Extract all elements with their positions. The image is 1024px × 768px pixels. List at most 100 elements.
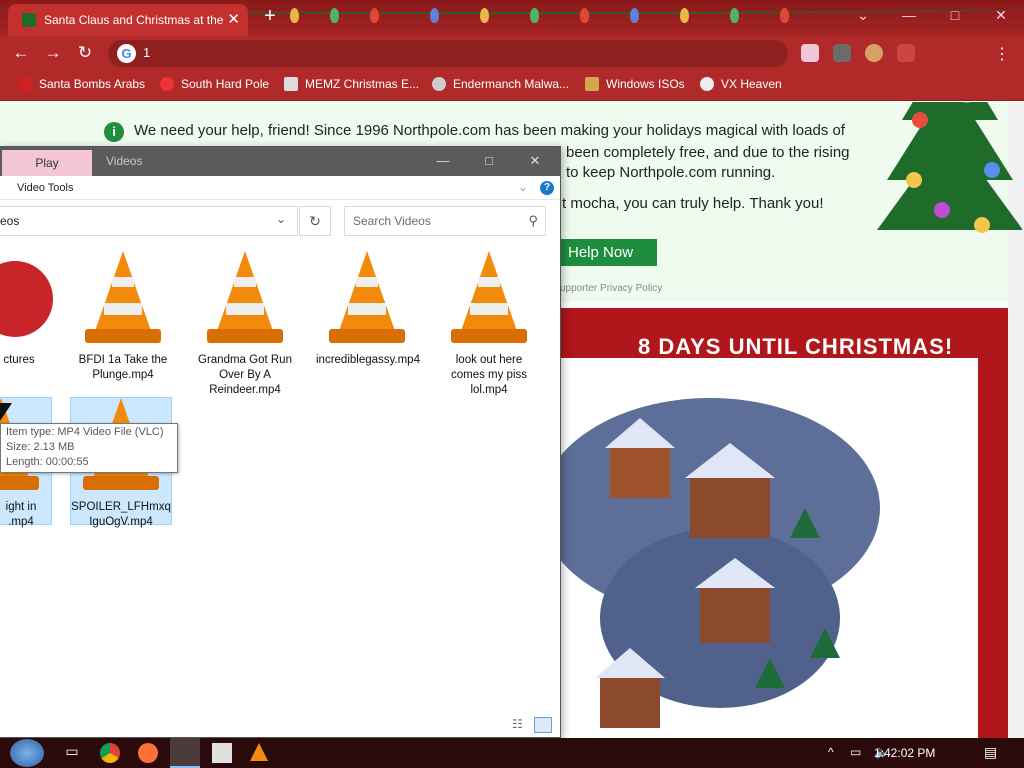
banner-text: We need your help, friend! Since 1996 No… [134, 122, 845, 139]
file-name: Grandma Got Run Over By A Reindeer.mp4 [198, 354, 292, 396]
vlc-cone-icon [205, 251, 285, 347]
google-icon: G [117, 44, 136, 63]
window-title: Videos [106, 154, 143, 168]
search-icon: ⚲ [528, 213, 538, 228]
file-name: look out here comes my piss lol.mp4 [450, 354, 528, 396]
address-text: eos [0, 214, 20, 228]
info-icon: i [104, 122, 124, 142]
back-icon[interactable]: ← [10, 42, 32, 64]
extension-s-icon[interactable] [833, 44, 851, 62]
file-name: BFDI 1a Take the Plunge.mp4 [78, 354, 168, 381]
refresh-button[interactable]: ↻ [299, 206, 331, 236]
bookmark-item[interactable]: Windows ISOs [585, 77, 685, 91]
ribbon-tab-video-tools[interactable]: Video Tools [17, 182, 73, 194]
explorer-taskbar-icon[interactable] [170, 738, 200, 768]
browser-tab[interactable]: Santa Claus and Christmas at the ✕ [8, 4, 248, 36]
help-icon[interactable]: ? [540, 181, 554, 195]
new-tab-button[interactable]: + [258, 5, 282, 28]
ribbon-tab-play[interactable]: Play [2, 150, 92, 176]
banner-text: to keep Northpole.com running. [566, 164, 776, 181]
reload-icon[interactable]: ↻ [74, 42, 96, 64]
firefox-taskbar-icon[interactable] [138, 743, 158, 763]
start-button[interactable] [10, 739, 44, 767]
file-item[interactable]: ctures [0, 251, 53, 368]
omnibox-text: 1 [143, 45, 151, 60]
minimize-button[interactable]: — [886, 0, 932, 30]
close-window-button[interactable]: ✕ [978, 0, 1024, 30]
bookmark-item[interactable]: VX Heaven [700, 77, 782, 91]
network-icon[interactable]: ▭ [850, 745, 861, 759]
tab-search-icon[interactable]: ⌄ [840, 0, 886, 30]
file-info-tooltip: Item type: MP4 Video File (VLC) Size: 2.… [0, 423, 178, 473]
search-input[interactable]: Search Videos ⚲ [344, 206, 546, 236]
profile-avatar[interactable] [865, 44, 883, 62]
christmas-countdown-panel: 8 DAYS UNTIL CHRISTMAS! [540, 308, 1008, 738]
explorer-titlebar: Play Videos — □ ✕ [0, 147, 560, 176]
vlc-cone-icon [83, 251, 163, 347]
app-taskbar-icon[interactable] [212, 743, 232, 763]
ribbon-bar: Video Tools ⌄ ? [0, 176, 560, 200]
privacy-policy-link[interactable]: upporter Privacy Policy [560, 283, 662, 294]
file-item[interactable]: Grandma Got Run Over By A Reindeer.mp4 [194, 251, 296, 398]
maximize-button[interactable]: □ [932, 0, 978, 30]
bulb-decoration [330, 8, 339, 23]
file-name: incrediblegassy.mp4 [316, 354, 420, 366]
forward-icon[interactable]: → [42, 42, 64, 64]
tab-title: Santa Claus and Christmas at the [44, 13, 224, 27]
file-item[interactable]: BFDI 1a Take the Plunge.mp4 [72, 251, 174, 383]
folder-thumbnail [0, 251, 53, 347]
view-toggle: ☷ [510, 717, 556, 735]
bookmark-item[interactable]: South Hard Pole [160, 77, 269, 91]
bulb-decoration [370, 8, 379, 23]
details-view-icon[interactable]: ☷ [512, 717, 530, 733]
bookmark-item[interactable]: MEMZ Christmas E... [284, 77, 419, 91]
bookmark-vx-icon [700, 77, 714, 91]
bulb-decoration [480, 8, 489, 23]
bookmark-item[interactable]: Endermanch Malwa... [432, 77, 569, 91]
banner-text: been completely free, and due to the ris… [566, 144, 850, 161]
extension-flag-icon[interactable] [801, 44, 819, 62]
menu-kebab-icon[interactable]: ⋮ [993, 44, 1011, 63]
address-bar[interactable]: eos ⌄ [0, 206, 298, 236]
bulb-decoration [430, 8, 439, 23]
address-dropdown-icon[interactable]: ⌄ [276, 212, 286, 226]
bulb-decoration [290, 8, 299, 23]
expand-ribbon-icon[interactable]: ⌄ [518, 180, 528, 194]
clock[interactable]: 1:42:02 PM [874, 746, 935, 760]
bookmarks-bar: Santa Bombs Arabs South Hard Pole MEMZ C… [0, 70, 1024, 101]
extensions-puzzle-icon[interactable] [897, 44, 915, 62]
file-item[interactable]: incrediblegassy.mp4 [316, 251, 420, 368]
vlc-cone-icon [449, 251, 529, 347]
explorer-minimize-button[interactable]: — [428, 151, 458, 171]
explorer-close-button[interactable]: ✕ [520, 151, 550, 171]
task-view-icon[interactable]: ▭ [62, 743, 82, 763]
mouse-cursor-icon [0, 403, 12, 421]
chrome-taskbar-icon[interactable] [100, 743, 120, 763]
file-name: ight in .mp4 [5, 501, 37, 528]
vlc-taskbar-icon[interactable] [250, 743, 268, 761]
notifications-icon[interactable]: ▤ [984, 744, 997, 761]
explorer-maximize-button[interactable]: □ [474, 151, 504, 171]
vlc-cone-icon [327, 251, 407, 347]
omnibox[interactable]: G 1 [108, 40, 788, 67]
tray-overflow-icon[interactable]: ^ [828, 745, 834, 759]
christmas-tree-decoration [877, 102, 1022, 233]
bookmark-memz-icon [284, 77, 298, 91]
search-placeholder: Search Videos [353, 214, 431, 228]
santa-thumbnail-icon [0, 261, 53, 337]
large-icons-view-icon[interactable] [534, 717, 552, 733]
bulb-decoration [780, 8, 789, 23]
bulb-decoration [530, 8, 539, 23]
bulb-decoration [630, 8, 639, 23]
bookmark-snowflake-icon [160, 77, 174, 91]
bookmark-item[interactable]: Santa Bombs Arabs [18, 77, 145, 91]
help-now-button[interactable]: Help Now [560, 239, 657, 266]
banner-text: t mocha, you can truly help. Thank you! [562, 195, 824, 212]
file-explorer-window: Play Videos — □ ✕ Video Tools ⌄ ? eos ⌄ … [0, 146, 561, 738]
bulb-decoration [730, 8, 739, 23]
file-name: ctures [3, 354, 35, 366]
file-item[interactable]: look out here comes my piss lol.mp4 [438, 251, 540, 398]
bookmark-endermanch-icon [432, 77, 446, 91]
close-tab-icon[interactable]: ✕ [227, 10, 240, 28]
village-illustration[interactable] [540, 358, 978, 738]
